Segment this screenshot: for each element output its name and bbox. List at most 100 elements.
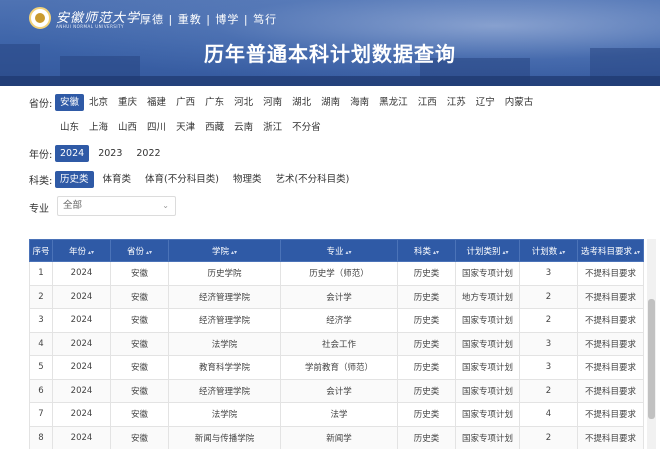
table-cell: 安徽 <box>110 425 169 449</box>
sort-icon[interactable]: ▴▾ <box>433 249 439 256</box>
sort-icon[interactable]: ▴▾ <box>502 249 508 256</box>
province-option[interactable]: 江苏 <box>442 94 471 111</box>
province-option[interactable]: 天津 <box>171 119 200 136</box>
table-cell: 法学 <box>280 402 398 427</box>
province-option[interactable]: 河北 <box>229 94 258 111</box>
province-option[interactable]: 山西 <box>113 119 142 136</box>
table-cell: 国家专项计划 <box>455 378 520 403</box>
table-cell: 历史类 <box>397 425 456 449</box>
sort-icon[interactable]: ▴▾ <box>345 249 351 256</box>
table-cell: 安徽 <box>110 284 169 309</box>
column-header[interactable]: 专业 ▴▾ <box>280 239 398 262</box>
column-header[interactable]: 计划类别 ▴▾ <box>455 239 520 262</box>
table-cell: 2 <box>29 284 53 309</box>
table-cell: 不提科目要求 <box>577 378 644 403</box>
year-option[interactable]: 2024 <box>55 145 90 162</box>
province-option[interactable]: 广西 <box>171 94 200 111</box>
province-option[interactable]: 辽宁 <box>471 94 500 111</box>
table-cell: 不提科目要求 <box>577 308 644 333</box>
table-cell: 国家专项计划 <box>455 308 520 333</box>
table-cell: 会计学 <box>280 284 398 309</box>
category-label: 科类: <box>29 176 53 187</box>
table-scrollbar[interactable] <box>647 239 656 449</box>
category-option[interactable]: 艺术(不分科目类) <box>270 171 354 188</box>
province-option[interactable]: 安徽 <box>55 94 85 111</box>
province-option[interactable]: 广东 <box>200 94 229 111</box>
column-header[interactable]: 序号 <box>29 239 53 262</box>
province-option[interactable]: 黑龙江 <box>374 94 413 111</box>
table-cell: 新闻学 <box>280 425 398 449</box>
province-option[interactable]: 山东 <box>55 119 84 136</box>
province-option[interactable]: 河南 <box>258 94 287 111</box>
table-cell: 7 <box>29 402 53 427</box>
header-banner: 安徽师范大学 ANHUI NORMAL UNIVERSITY 厚德 | 重教 |… <box>0 0 660 86</box>
column-header[interactable]: 选考科目要求 ▴▾ <box>577 239 644 262</box>
sort-icon[interactable]: ▴▾ <box>634 249 640 256</box>
sort-icon[interactable]: ▴▾ <box>88 249 94 256</box>
column-header[interactable]: 年份 ▴▾ <box>52 239 111 262</box>
table-cell: 法学院 <box>168 331 281 356</box>
year-option[interactable]: 2022 <box>131 145 165 162</box>
table-cell: 法学院 <box>168 402 281 427</box>
province-option[interactable]: 西藏 <box>200 119 229 136</box>
sort-icon[interactable]: ▴▾ <box>559 249 565 256</box>
sort-icon[interactable]: ▴▾ <box>146 249 152 256</box>
table-cell: 不提科目要求 <box>577 331 644 356</box>
table-cell: 2 <box>519 284 578 309</box>
table-row: 6 2024 安徽 经济管理学院 会计学 历史类 国家专项计划 2 不提科目要求 <box>29 378 644 403</box>
province-option[interactable]: 海南 <box>345 94 374 111</box>
province-option[interactable]: 江西 <box>413 94 442 111</box>
table-cell: 安徽 <box>110 308 169 333</box>
province-option[interactable]: 湖北 <box>287 94 316 111</box>
table-cell: 5 <box>29 355 53 380</box>
province-option[interactable]: 北京 <box>84 94 113 111</box>
province-option[interactable]: 湖南 <box>316 94 345 111</box>
chevron-down-icon: ⌄ <box>162 201 169 210</box>
category-filter-row: 科类: 历史类 体育类 体育(不分科目类) 物理类 艺术(不分科目类) <box>29 171 354 188</box>
category-option[interactable]: 体育类 <box>98 171 137 188</box>
scrollbar-thumb[interactable] <box>648 299 655 419</box>
table-cell: 社会工作 <box>280 331 398 356</box>
table-cell: 经济管理学院 <box>168 308 281 333</box>
table-cell: 历史类 <box>397 308 456 333</box>
plan-table: 序号 年份 ▴▾ 省份 ▴▾ 学院 ▴▾ 专业 ▴▾ 科类 ▴▾ 计划类别 ▴▾ 计划数 ▴▾… <box>29 239 644 449</box>
table-cell: 安徽 <box>110 402 169 427</box>
table-cell: 2024 <box>52 261 111 286</box>
sort-icon[interactable]: ▴▾ <box>231 249 237 256</box>
table-cell: 历史类 <box>397 355 456 380</box>
column-header[interactable]: 省份 ▴▾ <box>110 239 169 262</box>
province-option[interactable]: 不分省 <box>287 119 326 136</box>
table-cell: 历史学院 <box>168 261 281 286</box>
table-cell: 历史类 <box>397 402 456 427</box>
province-option[interactable]: 云南 <box>229 119 258 136</box>
province-filter-row-2: 山东 上海 山西 四川 天津 西藏 云南 浙江 不分省 <box>55 119 326 136</box>
table-cell: 学前教育（师范） <box>280 355 398 380</box>
province-label: 省份: <box>29 99 53 110</box>
major-select[interactable]: 全部 ⌄ <box>57 196 176 216</box>
year-option[interactable]: 2023 <box>93 145 127 162</box>
table-cell: 国家专项计划 <box>455 261 520 286</box>
province-option[interactable]: 重庆 <box>113 94 142 111</box>
table-cell: 历史类 <box>397 284 456 309</box>
column-header[interactable]: 学院 ▴▾ <box>168 239 281 262</box>
category-option[interactable]: 历史类 <box>55 171 94 188</box>
category-option[interactable]: 体育(不分科目类) <box>140 171 224 188</box>
table-row: 3 2024 安徽 经济管理学院 经济学 历史类 国家专项计划 2 不提科目要求 <box>29 308 644 333</box>
table-row: 2 2024 安徽 经济管理学院 会计学 历史类 地方专项计划 2 不提科目要求 <box>29 284 644 309</box>
table-cell: 4 <box>519 402 578 427</box>
table-cell: 教育科学学院 <box>168 355 281 380</box>
column-header[interactable]: 计划数 ▴▾ <box>519 239 578 262</box>
table-cell: 2024 <box>52 331 111 356</box>
column-header[interactable]: 科类 ▴▾ <box>397 239 456 262</box>
table-cell: 2024 <box>52 425 111 449</box>
category-option[interactable]: 物理类 <box>228 171 267 188</box>
table-cell: 3 <box>519 355 578 380</box>
province-option[interactable]: 浙江 <box>258 119 287 136</box>
table-cell: 不提科目要求 <box>577 284 644 309</box>
province-option[interactable]: 四川 <box>142 119 171 136</box>
province-option[interactable]: 内蒙古 <box>500 94 539 111</box>
province-option[interactable]: 福建 <box>142 94 171 111</box>
province-option[interactable]: 上海 <box>84 119 113 136</box>
table-header-row: 序号 年份 ▴▾ 省份 ▴▾ 学院 ▴▾ 专业 ▴▾ 科类 ▴▾ 计划类别 ▴▾ 计划数 ▴▾… <box>29 239 644 262</box>
university-seal-icon[interactable] <box>29 7 51 29</box>
